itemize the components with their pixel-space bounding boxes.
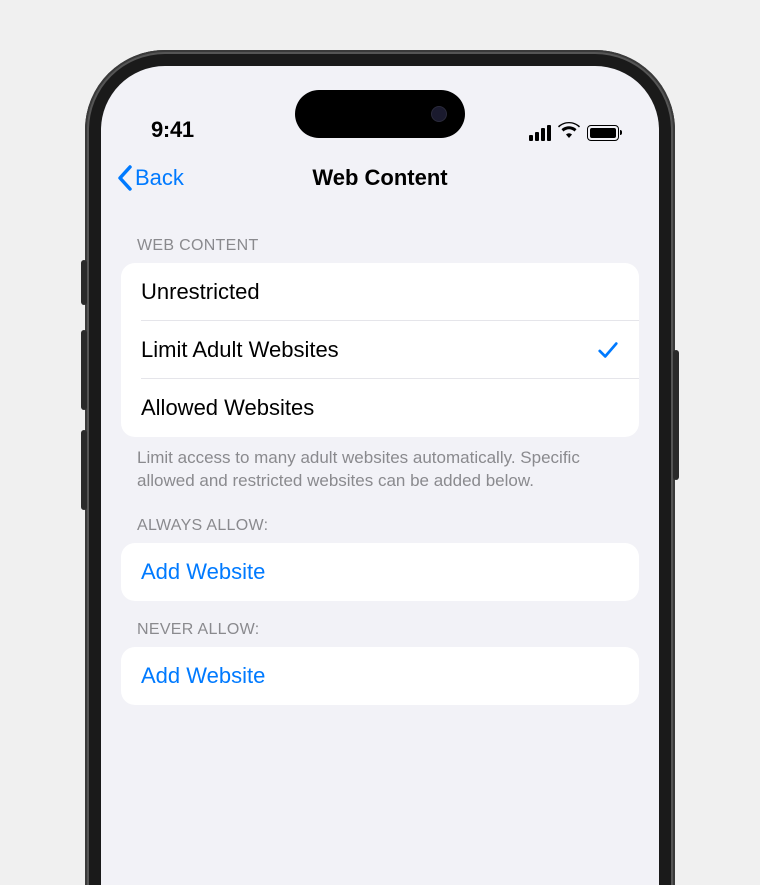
nav-bar: Back Web Content bbox=[101, 151, 659, 205]
option-label: Limit Adult Websites bbox=[141, 337, 339, 363]
add-website-always-allow[interactable]: Add Website bbox=[121, 543, 639, 601]
checkmark-icon bbox=[597, 339, 619, 361]
battery-icon bbox=[587, 125, 619, 141]
web-content-options: Unrestricted Limit Adult Websites Allowe… bbox=[121, 263, 639, 437]
add-website-label: Add Website bbox=[141, 663, 265, 689]
never-allow-group: Add Website bbox=[121, 647, 639, 705]
section-header-never-allow: NEVER ALLOW: bbox=[121, 601, 639, 647]
screen: 9:41 bbox=[101, 66, 659, 885]
option-label: Unrestricted bbox=[141, 279, 260, 305]
section-footer-web-content: Limit access to many adult websites auto… bbox=[121, 437, 639, 497]
camera-dot bbox=[431, 106, 447, 122]
cellular-icon bbox=[529, 125, 551, 141]
always-allow-group: Add Website bbox=[121, 543, 639, 601]
section-header-web-content: WEB CONTENT bbox=[121, 217, 639, 263]
add-website-never-allow[interactable]: Add Website bbox=[121, 647, 639, 705]
content-area: WEB CONTENT Unrestricted Limit Adult Web… bbox=[101, 205, 659, 705]
page-title: Web Content bbox=[101, 165, 659, 191]
add-website-label: Add Website bbox=[141, 559, 265, 585]
side-button bbox=[81, 430, 87, 510]
wifi-icon bbox=[558, 122, 580, 143]
option-allowed-websites[interactable]: Allowed Websites bbox=[121, 379, 639, 437]
dynamic-island bbox=[295, 90, 465, 138]
side-button bbox=[81, 330, 87, 410]
back-button[interactable]: Back bbox=[117, 165, 184, 191]
option-limit-adult[interactable]: Limit Adult Websites bbox=[121, 321, 639, 379]
side-button bbox=[81, 260, 87, 305]
section-header-always-allow: ALWAYS ALLOW: bbox=[121, 497, 639, 543]
phone-frame: 9:41 bbox=[85, 50, 675, 885]
side-button bbox=[673, 350, 679, 480]
option-unrestricted[interactable]: Unrestricted bbox=[121, 263, 639, 321]
status-icons bbox=[529, 122, 619, 143]
back-label: Back bbox=[135, 165, 184, 191]
option-label: Allowed Websites bbox=[141, 395, 314, 421]
status-time: 9:41 bbox=[151, 117, 194, 143]
chevron-left-icon bbox=[117, 165, 133, 191]
